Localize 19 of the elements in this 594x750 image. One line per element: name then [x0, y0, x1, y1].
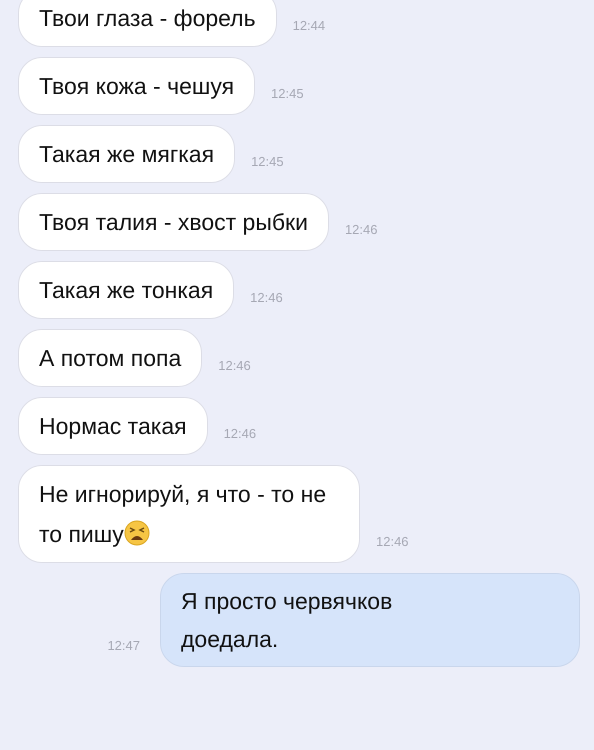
message-time: 12:46: [344, 220, 378, 238]
message-text: Я просто червячков доедала.: [181, 588, 392, 652]
message-time: 12:46: [250, 288, 283, 306]
message-time: 12:46: [218, 356, 251, 374]
message-text: Твои глаза - форель: [39, 5, 256, 31]
message-time: 12:46: [376, 532, 409, 550]
message-time: 12:44: [292, 16, 326, 34]
message-time: 12:45: [271, 84, 304, 102]
message-text: А потом попа: [39, 345, 182, 371]
message-text: Твоя талия - хвост рыбки: [39, 209, 308, 235]
message-text: Нормас такая: [39, 413, 187, 439]
message-text: Такая же тонкая: [39, 277, 214, 303]
message-text: Не игнорируй, я что - то не то пишу: [39, 481, 326, 547]
message-text: Твоя кожа - чешуя: [39, 73, 234, 99]
message-time: 12:46: [224, 424, 256, 442]
message-time: 12:45: [251, 152, 284, 170]
message-text: Такая же мягкая: [39, 141, 214, 167]
tired-face-icon: [124, 520, 150, 546]
message-time: 12:47: [107, 636, 140, 654]
